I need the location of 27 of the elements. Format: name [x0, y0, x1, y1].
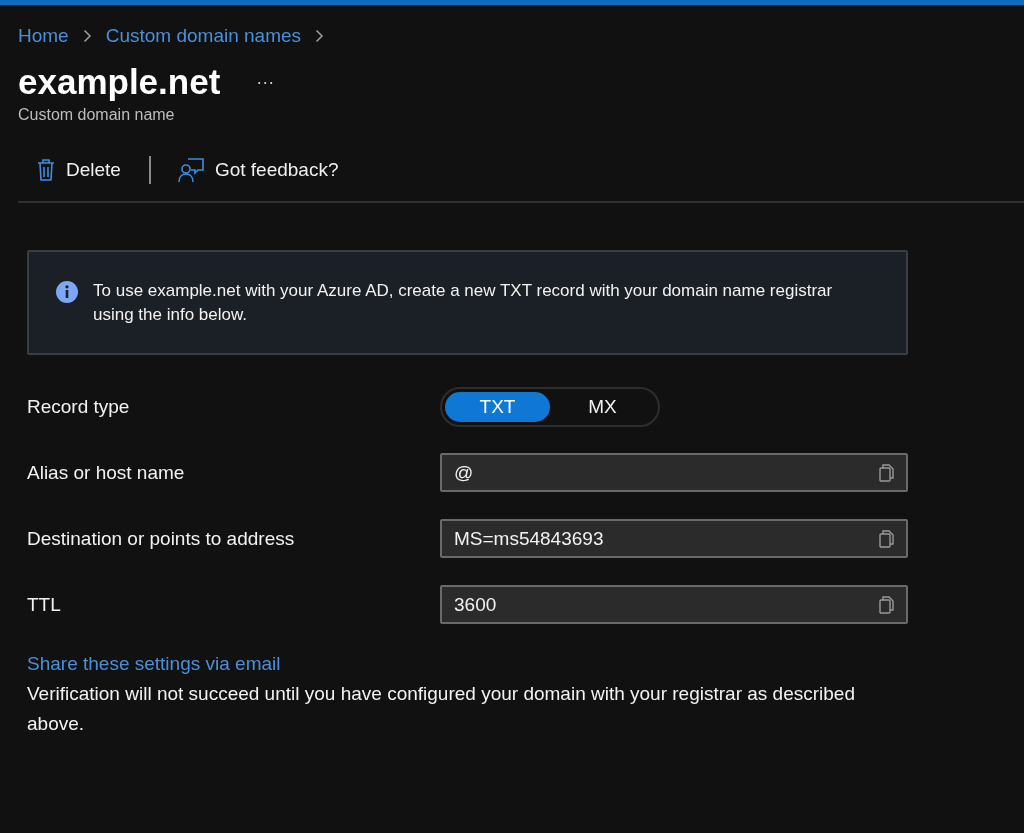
copy-icon[interactable]: [878, 595, 896, 615]
page-title: example.net: [18, 61, 221, 103]
info-text: To use example.net with your Azure AD, create a new TXT record with your domain name registrar using the info below.: [93, 280, 834, 326]
breadcrumb-link[interactable]: Home: [18, 25, 69, 47]
page-subtitle: Custom domain name: [18, 106, 176, 124]
more-button[interactable]: ···: [256, 71, 275, 93]
share-link[interactable]: Share these settings via email: [27, 653, 281, 675]
info-icon: [55, 280, 79, 304]
text-field[interactable]: MS=ms54843693: [440, 519, 908, 558]
person-speech-bubble-icon: [176, 157, 205, 183]
field-label: Record type: [27, 395, 131, 418]
text-field[interactable]: @: [440, 453, 908, 492]
field-label: Destination or points to address: [27, 527, 296, 550]
chevron-right-icon: [82, 29, 92, 43]
delete-button[interactable]: Delete: [32, 158, 125, 182]
field-label: TTL: [27, 593, 62, 616]
breadcrumb-link[interactable]: Custom domain names: [105, 25, 302, 47]
record-type-option[interactable]: TXT: [445, 391, 550, 422]
field-label: Alias or host name: [27, 461, 186, 484]
copy-icon[interactable]: [878, 463, 896, 483]
trash-icon: [36, 158, 56, 182]
copy-icon[interactable]: [878, 529, 896, 549]
verification-note: Verification will not succeed until you have configured your domain with your registrar as described above.: [27, 682, 856, 736]
text-field[interactable]: 3600: [440, 585, 908, 624]
chevron-right-icon: [315, 29, 325, 43]
feedback-button[interactable]: Got feedback?: [172, 157, 343, 183]
record-type-option[interactable]: MX: [550, 391, 655, 422]
